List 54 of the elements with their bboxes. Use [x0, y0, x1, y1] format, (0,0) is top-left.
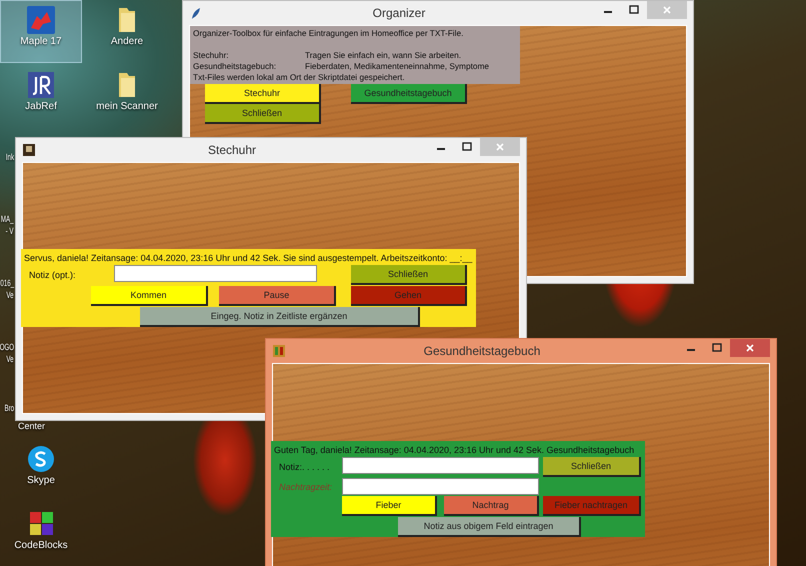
feather-icon [189, 6, 203, 20]
desktop-icon-label: Ve [6, 354, 14, 364]
maximize-icon [712, 343, 722, 353]
action-button[interactable]: Stechuhr [205, 84, 321, 104]
action-button[interactable]: Schließen [543, 457, 641, 477]
maximize-icon [629, 5, 639, 15]
action-button[interactable]: Fieber [342, 496, 437, 516]
window-title: Organizer [372, 6, 426, 20]
desktop-icon-label: Center [18, 421, 46, 431]
info-term: Stechuhr: [193, 50, 230, 61]
action-button[interactable]: Kommen [91, 286, 208, 306]
action-button[interactable]: Notiz aus obigem Feld eintragen [398, 517, 581, 537]
action-button[interactable]: Pause [219, 286, 336, 306]
action-button[interactable]: Gesundheitstagebuch [351, 84, 467, 104]
maple-leaf-icon [25, 4, 57, 36]
desktop-icon-label: OGO [0, 342, 14, 352]
status-message: Servus, daniela! Zeitansage: 04.04.2020, 23:16 Uhr und 42 Sek. Sie sind ausgestempelt. Arbeitszeitkonto: __:__ [24, 252, 472, 265]
desktop-icon-label: MA_ [1, 214, 14, 224]
desktop-icon-label: Ink [6, 152, 14, 162]
desktop-icon-label: Ve [6, 290, 14, 300]
info-term: Gesundheitstagebuch: [193, 61, 278, 72]
info-text: Organizer-Toolbox für einfache Eintragungen im Homeoffice per TXT-File. [193, 28, 464, 39]
desktop-icon[interactable]: Andere [82, 0, 172, 63]
text-input[interactable] [342, 457, 539, 474]
desktop-icon[interactable]: mein Scanner [82, 65, 172, 126]
info-text: Fieberdaten, Medikamenteneinnahme, Symptome [305, 61, 490, 72]
window-title: Gesundheitstagebuch [422, 344, 542, 358]
close-icon [495, 142, 505, 152]
app-icon [272, 344, 286, 358]
maximize-icon [462, 142, 472, 152]
action-button[interactable]: Eingeg. Notiz in Zeitliste ergänzen [140, 307, 420, 327]
info-text: Tragen Sie einfach ein, wann Sie arbeiten. [305, 50, 462, 61]
close-icon [662, 5, 672, 15]
text-input[interactable] [342, 478, 539, 495]
desktop-icon-label: Bro [4, 403, 14, 413]
close-button[interactable] [730, 339, 770, 357]
desktop-icon-label: 016_ [0, 278, 14, 288]
desktop-icon-label: - V [6, 226, 14, 236]
app-icon [22, 143, 36, 157]
desktop-icon[interactable]: Skype [0, 439, 82, 504]
desktop-icon[interactable]: JabRef [0, 65, 82, 126]
action-button[interactable]: Nachtrag [444, 496, 539, 516]
field-label: Notiz (opt.): [28, 270, 77, 280]
desktop-icon[interactable]: CodeBlocks [0, 504, 82, 566]
field-label: Nachtragzeit: [278, 482, 334, 492]
field-label: Notiz:. . . . . . [278, 462, 331, 472]
status-message: Guten Tag, daniela! Zeitansage: 04.04.2020, 23:16 Uhr und 42 Sek. Gesundheitstagebuch [274, 444, 636, 457]
window-title: Stechuhr [206, 143, 258, 157]
text-input[interactable] [114, 265, 317, 282]
chat-bubble-icon [25, 443, 57, 475]
action-button[interactable]: Schließen [351, 265, 467, 285]
close-icon [745, 343, 755, 353]
info-text: Txt-Files werden lokal am Ort der Skriptdatei gespeichert. [193, 72, 406, 83]
action-button[interactable]: Schließen [205, 104, 321, 124]
